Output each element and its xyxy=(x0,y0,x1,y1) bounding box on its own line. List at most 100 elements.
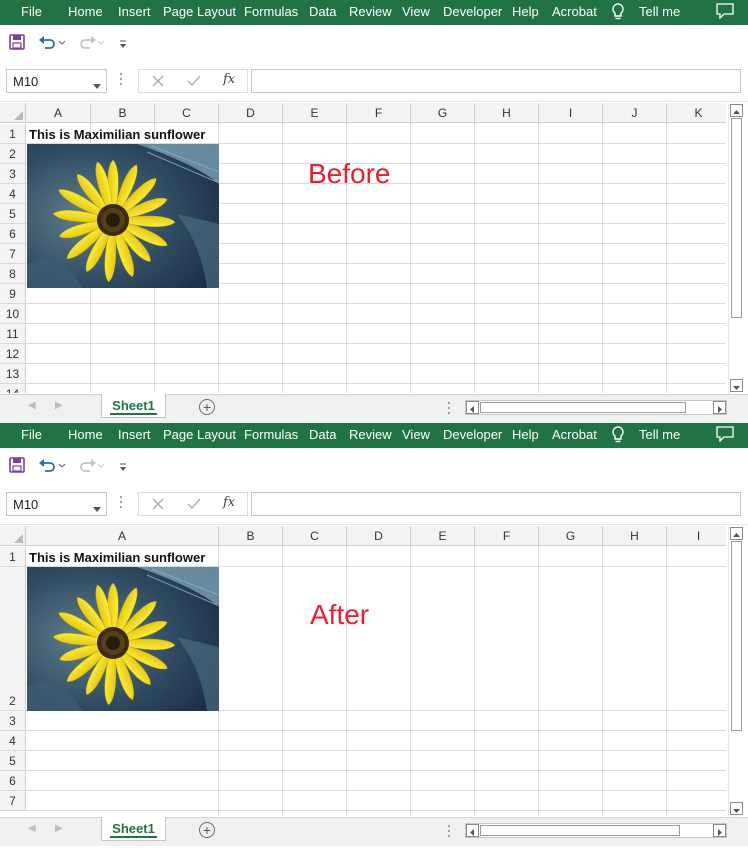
name-box[interactable]: M10 xyxy=(6,492,107,516)
row-header[interactable]: 6 xyxy=(0,771,26,791)
sheet-tab[interactable]: Sheet1 xyxy=(101,394,166,418)
save-icon[interactable] xyxy=(9,34,25,55)
redo-icon[interactable] xyxy=(77,457,105,478)
menu-formulas[interactable]: Formulas xyxy=(244,4,298,19)
resize-handle-icon[interactable] xyxy=(447,824,451,843)
row-header[interactable]: 4 xyxy=(0,184,26,204)
formula-input[interactable] xyxy=(251,492,741,516)
column-header-b[interactable]: B xyxy=(219,526,283,546)
column-header-i[interactable]: I xyxy=(667,526,726,546)
menu-home[interactable]: Home xyxy=(68,4,103,19)
column-header-c[interactable]: C xyxy=(283,526,347,546)
row-header[interactable]: 10 xyxy=(0,304,26,324)
formula-input[interactable] xyxy=(251,69,741,93)
lightbulb-icon[interactable] xyxy=(611,426,625,447)
spreadsheet-grid[interactable]: A B C D E F G H I J K 1 2 3 4 5 6 7 8 9 … xyxy=(0,103,726,393)
column-header-f[interactable]: F xyxy=(475,526,539,546)
horizontal-scrollbar[interactable] xyxy=(465,400,727,415)
row-header[interactable]: 8 xyxy=(0,264,26,284)
menu-acrobat[interactable]: Acrobat xyxy=(552,427,597,442)
scroll-right-icon[interactable] xyxy=(713,824,726,837)
scroll-up-icon[interactable] xyxy=(730,104,743,117)
resize-handle-icon[interactable] xyxy=(119,494,123,515)
cell-a1[interactable]: This is Maximilian sunflower xyxy=(29,550,205,565)
row-header[interactable]: 3 xyxy=(0,711,26,731)
scroll-thumb[interactable] xyxy=(731,541,742,731)
column-header-c[interactable]: C xyxy=(155,103,219,123)
menu-page-layout[interactable]: Page Layout xyxy=(163,4,236,19)
column-header-k[interactable]: K xyxy=(667,103,726,123)
row-header[interactable]: 7 xyxy=(0,244,26,264)
menu-insert[interactable]: Insert xyxy=(118,427,151,442)
resize-handle-icon[interactable] xyxy=(119,71,123,92)
row-header[interactable]: 1 xyxy=(0,124,26,144)
menu-help[interactable]: Help xyxy=(512,427,539,442)
menu-page-layout[interactable]: Page Layout xyxy=(163,427,236,442)
scroll-left-icon[interactable] xyxy=(466,401,479,414)
enter-check-icon[interactable] xyxy=(187,497,201,516)
name-box[interactable]: M10 xyxy=(6,69,107,93)
column-header-f[interactable]: F xyxy=(347,103,411,123)
cancel-icon[interactable] xyxy=(151,497,165,516)
row-header[interactable]: 2 xyxy=(0,567,26,711)
chevron-down-icon[interactable] xyxy=(93,501,101,516)
row-header[interactable]: 11 xyxy=(0,324,26,344)
menu-file[interactable]: File xyxy=(21,4,42,19)
row-header[interactable]: 13 xyxy=(0,364,26,384)
menu-view[interactable]: View xyxy=(402,4,430,19)
row-header[interactable]: 12 xyxy=(0,344,26,364)
sunflower-picture[interactable] xyxy=(27,144,219,288)
chevron-down-icon[interactable] xyxy=(93,78,101,93)
vertical-scrollbar[interactable] xyxy=(728,526,743,817)
menu-data[interactable]: Data xyxy=(309,4,336,19)
next-sheet-icon[interactable]: ▶ xyxy=(55,823,63,834)
add-sheet-icon[interactable]: + xyxy=(199,399,215,415)
column-header-b[interactable]: B xyxy=(91,103,155,123)
customize-toolbar-icon[interactable] xyxy=(118,460,128,478)
scroll-thumb[interactable] xyxy=(480,825,680,836)
row-header[interactable]: 14 xyxy=(0,384,26,393)
cell-a1[interactable]: This is Maximilian sunflower xyxy=(29,127,205,142)
menu-review[interactable]: Review xyxy=(349,427,392,442)
horizontal-scrollbar[interactable] xyxy=(465,823,727,838)
column-header-h[interactable]: H xyxy=(475,103,539,123)
column-header-g[interactable]: G xyxy=(411,103,475,123)
menu-home[interactable]: Home xyxy=(68,427,103,442)
column-header-h[interactable]: H xyxy=(603,526,667,546)
prev-sheet-icon[interactable]: ◀ xyxy=(28,823,36,834)
menu-review[interactable]: Review xyxy=(349,4,392,19)
sunflower-picture[interactable] xyxy=(27,567,219,711)
menu-formulas[interactable]: Formulas xyxy=(244,427,298,442)
select-all-corner[interactable] xyxy=(0,103,26,123)
scroll-thumb[interactable] xyxy=(731,118,742,318)
sheet-tab[interactable]: Sheet1 xyxy=(101,817,166,841)
row-header[interactable]: 6 xyxy=(0,224,26,244)
menu-help[interactable]: Help xyxy=(512,4,539,19)
menu-tell-me[interactable]: Tell me xyxy=(639,427,680,442)
row-header[interactable]: 4 xyxy=(0,731,26,751)
column-header-i[interactable]: I xyxy=(539,103,603,123)
menu-developer[interactable]: Developer xyxy=(443,4,502,19)
insert-function-button[interactable]: fx xyxy=(223,495,235,510)
menu-view[interactable]: View xyxy=(402,427,430,442)
enter-check-icon[interactable] xyxy=(187,74,201,93)
column-header-d[interactable]: D xyxy=(219,103,283,123)
undo-icon[interactable] xyxy=(38,457,66,478)
add-sheet-icon[interactable]: + xyxy=(199,822,215,838)
menu-developer[interactable]: Developer xyxy=(443,427,502,442)
column-header-a[interactable]: A xyxy=(26,526,219,546)
column-header-e[interactable]: E xyxy=(411,526,475,546)
scroll-thumb[interactable] xyxy=(480,402,686,413)
insert-function-button[interactable]: fx xyxy=(223,72,235,87)
menu-data[interactable]: Data xyxy=(309,427,336,442)
vertical-scrollbar[interactable] xyxy=(728,103,743,394)
row-header[interactable]: 2 xyxy=(0,144,26,164)
column-header-d[interactable]: D xyxy=(347,526,411,546)
column-header-j[interactable]: J xyxy=(603,103,667,123)
scroll-down-icon[interactable] xyxy=(730,802,743,815)
save-icon[interactable] xyxy=(9,457,25,478)
row-header[interactable]: 5 xyxy=(0,204,26,224)
cancel-icon[interactable] xyxy=(151,74,165,93)
row-header[interactable]: 5 xyxy=(0,751,26,771)
scroll-up-icon[interactable] xyxy=(730,527,743,540)
